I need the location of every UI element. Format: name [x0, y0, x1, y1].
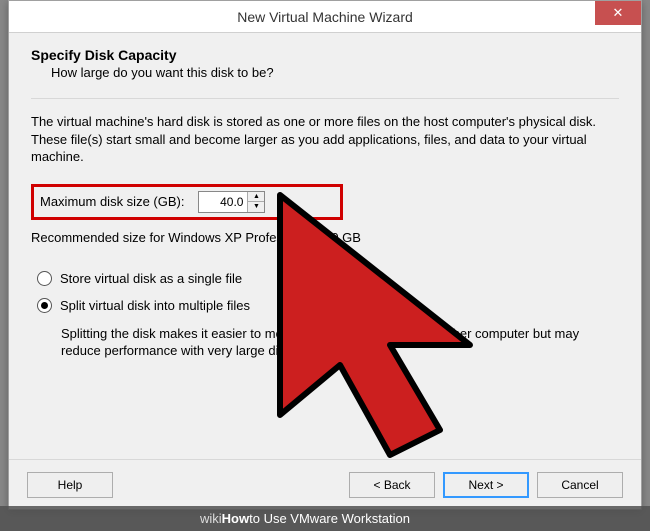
radio-split-files[interactable]: Split virtual disk into multiple files	[37, 298, 619, 313]
disk-size-label: Maximum disk size (GB):	[40, 194, 184, 209]
wizard-window: New Virtual Machine Wizard Specify Disk …	[8, 0, 642, 510]
watermark-caption: to Use VMware Workstation	[249, 511, 410, 526]
window-title: New Virtual Machine Wizard	[237, 9, 413, 25]
storage-radio-group: Store virtual disk as a single file Spli…	[37, 271, 619, 360]
watermark-brand-a: wiki	[200, 511, 222, 526]
titlebar: New Virtual Machine Wizard	[9, 1, 641, 33]
page-subheading: How large do you want this disk to be?	[31, 65, 619, 80]
button-bar: Help < Back Next > Cancel	[9, 459, 641, 509]
spinner-up-icon[interactable]: ▲	[248, 192, 264, 202]
cancel-button[interactable]: Cancel	[537, 472, 623, 498]
disk-size-row: Maximum disk size (GB): ▲ ▼	[31, 184, 343, 220]
split-description: Splitting the disk makes it easier to mo…	[37, 325, 619, 360]
disk-description: The virtual machine's hard disk is store…	[31, 113, 619, 166]
spinner-down-icon[interactable]: ▼	[248, 202, 264, 212]
disk-size-spinner[interactable]: ▲ ▼	[198, 191, 265, 213]
radio-icon[interactable]	[37, 271, 52, 286]
divider	[31, 98, 619, 99]
radio-single-file[interactable]: Store virtual disk as a single file	[37, 271, 619, 286]
next-button[interactable]: Next >	[443, 472, 529, 498]
radio-single-label: Store virtual disk as a single file	[60, 271, 242, 286]
radio-split-label: Split virtual disk into multiple files	[60, 298, 250, 313]
help-button[interactable]: Help	[27, 472, 113, 498]
radio-icon[interactable]	[37, 298, 52, 313]
wizard-content: Specify Disk Capacity How large do you w…	[9, 33, 641, 459]
watermark-brand-b: How	[222, 511, 249, 526]
disk-size-input[interactable]	[199, 192, 247, 212]
back-button[interactable]: < Back	[349, 472, 435, 498]
recommended-size: Recommended size for Windows XP Professi…	[31, 230, 619, 245]
close-icon[interactable]	[595, 1, 641, 25]
page-heading: Specify Disk Capacity	[31, 47, 619, 63]
watermark: wikiHow to Use VMware Workstation	[0, 506, 650, 531]
